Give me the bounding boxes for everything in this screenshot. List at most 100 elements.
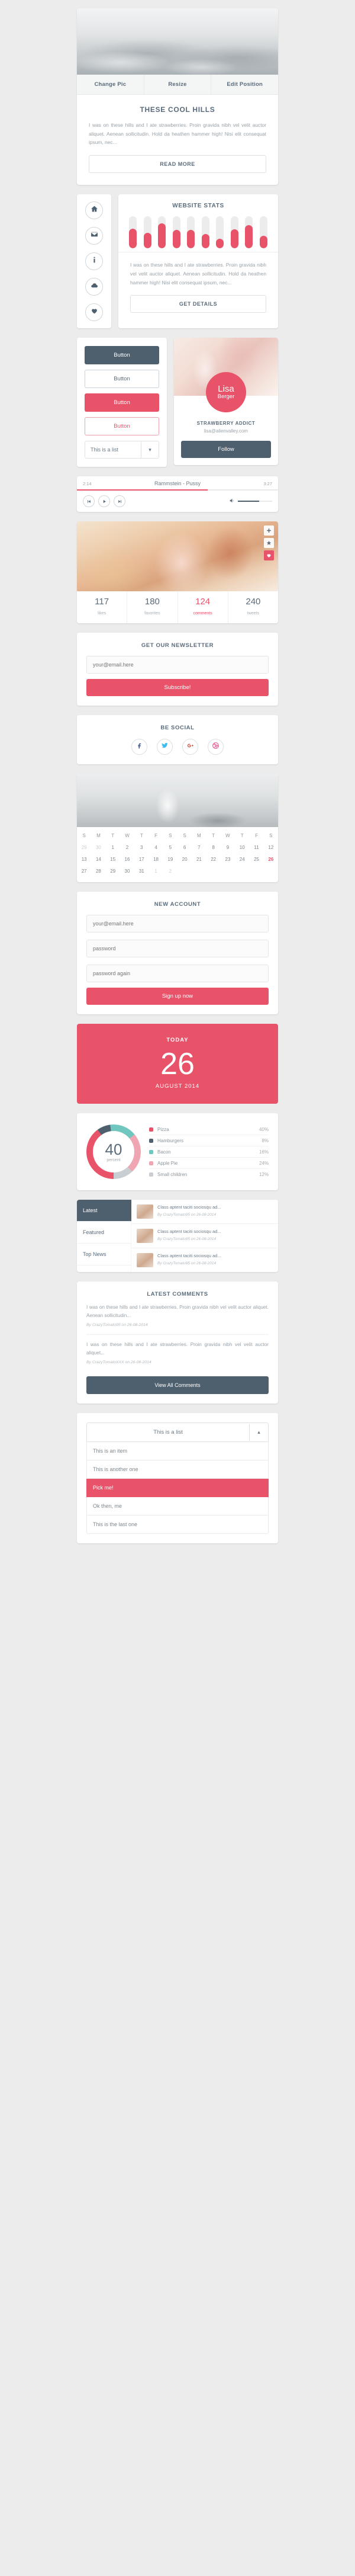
- calendar-day[interactable]: 30: [120, 866, 134, 877]
- calendar-day[interactable]: 10: [235, 842, 249, 854]
- bar-9[interactable]: [245, 216, 253, 249]
- calendar-day[interactable]: 3: [134, 842, 149, 854]
- legend-row[interactable]: Small children 12%: [149, 1169, 269, 1180]
- news-item[interactable]: Class aptent taciti sociosqu ad... By Cr…: [131, 1200, 278, 1225]
- calendar-day[interactable]: 27: [77, 866, 91, 877]
- calendar-day[interactable]: 30: [91, 842, 105, 854]
- calendar-day[interactable]: 16: [120, 854, 134, 866]
- count-favorites[interactable]: 180 favorites: [127, 591, 178, 624]
- rail-favorite-button[interactable]: [85, 303, 103, 322]
- dropdown-option[interactable]: Ok then, me: [86, 1497, 269, 1516]
- calendar-day[interactable]: 20: [178, 854, 192, 866]
- account-email-input[interactable]: [86, 914, 269, 933]
- legend-row[interactable]: Apple Pie 24%: [149, 1158, 269, 1170]
- calendar-day[interactable]: 21: [192, 854, 206, 866]
- calendar-day[interactable]: 18: [149, 854, 163, 866]
- photo-star-button[interactable]: [264, 538, 274, 549]
- dropdown-option[interactable]: This is the last one: [86, 1516, 269, 1534]
- photo-add-button[interactable]: [264, 526, 274, 536]
- calendar-day[interactable]: 8: [206, 842, 221, 854]
- calendar-day[interactable]: 1: [149, 866, 163, 877]
- get-details-button[interactable]: GET DETAILS: [130, 295, 266, 313]
- news-tab-featured[interactable]: Featured: [77, 1222, 131, 1244]
- news-tab-latest[interactable]: Latest: [77, 1200, 131, 1222]
- calendar-day[interactable]: 23: [221, 854, 235, 866]
- calendar-day[interactable]: 2: [163, 866, 178, 877]
- hero-tab-resize[interactable]: Resize: [144, 75, 212, 94]
- legend-row[interactable]: Hamburgers 8%: [149, 1135, 269, 1147]
- legend-row[interactable]: Bacon 16%: [149, 1146, 269, 1158]
- bar-10[interactable]: [259, 216, 267, 249]
- account-password-confirm-input[interactable]: [86, 964, 269, 982]
- rail-info-button[interactable]: [85, 252, 103, 271]
- follow-button[interactable]: Follow: [181, 441, 271, 459]
- calendar-day[interactable]: 12: [264, 842, 278, 854]
- count-likes[interactable]: 117 likes: [77, 591, 128, 624]
- view-all-comments-button[interactable]: View All Comments: [86, 1376, 269, 1395]
- bar-4[interactable]: [172, 216, 180, 249]
- list-select[interactable]: This is a list ▾: [85, 441, 159, 459]
- calendar-day[interactable]: 7: [192, 842, 206, 854]
- dropdown-option[interactable]: Pick me!: [86, 1479, 269, 1498]
- calendar-day[interactable]: 1: [106, 842, 120, 854]
- player-progress-bar[interactable]: [77, 489, 278, 491]
- calendar-day[interactable]: 22: [206, 854, 221, 866]
- photo-like-button[interactable]: [264, 550, 274, 561]
- player-previous-button[interactable]: [83, 495, 95, 508]
- volume-icon[interactable]: [229, 496, 235, 507]
- dropdown-toggle[interactable]: This is a list ▴: [86, 1422, 269, 1443]
- player-next-button[interactable]: [114, 495, 125, 508]
- news-tab-top-news[interactable]: Top News: [77, 1244, 131, 1266]
- calendar-day[interactable]: 11: [249, 842, 263, 854]
- news-item[interactable]: Class aptent taciti sociosqu ad... By Cr…: [131, 1248, 278, 1272]
- count-tweets[interactable]: 240 tweets: [228, 591, 278, 623]
- account-password-input[interactable]: [86, 939, 269, 957]
- social-facebook-button[interactable]: [131, 739, 147, 755]
- bar-1[interactable]: [129, 216, 137, 249]
- rail-cloud-button[interactable]: [85, 278, 103, 296]
- rail-mail-button[interactable]: [85, 227, 103, 245]
- player-play-button[interactable]: [98, 495, 110, 508]
- calendar-day[interactable]: 19: [163, 854, 178, 866]
- volume-slider[interactable]: [238, 501, 272, 502]
- calendar-day[interactable]: 4: [149, 842, 163, 854]
- calendar-day[interactable]: 5: [163, 842, 178, 854]
- button-red[interactable]: Button: [85, 393, 159, 412]
- calendar-day[interactable]: 15: [106, 854, 120, 866]
- calendar-day[interactable]: 6: [178, 842, 192, 854]
- social-dribbble-button[interactable]: [208, 739, 224, 755]
- bar-3[interactable]: [158, 216, 166, 249]
- calendar-day[interactable]: 14: [91, 854, 105, 866]
- dropdown-option[interactable]: This is another one: [86, 1460, 269, 1479]
- bar-5[interactable]: [187, 216, 195, 249]
- social-google-plus-button[interactable]: [182, 739, 198, 755]
- calendar-day[interactable]: 29: [77, 842, 91, 854]
- calendar-day[interactable]: 28: [91, 866, 105, 877]
- calendar-day[interactable]: 31: [134, 866, 149, 877]
- legend-row[interactable]: Pizza 40%: [149, 1124, 269, 1136]
- hero-tab-edit-position[interactable]: Edit Position: [211, 75, 278, 94]
- hero-tab-change-pic[interactable]: Change Pic: [77, 75, 144, 94]
- bar-2[interactable]: [143, 216, 151, 249]
- sign-up-button[interactable]: Sign up now: [86, 987, 269, 1005]
- button-ghost[interactable]: Button: [85, 370, 159, 389]
- rail-home-button[interactable]: [85, 201, 103, 220]
- calendar-day[interactable]: 17: [134, 854, 149, 866]
- subscribe-button[interactable]: Subscribe!: [86, 679, 269, 697]
- bar-8[interactable]: [230, 216, 238, 249]
- calendar-day[interactable]: 26: [264, 854, 278, 866]
- button-red-outline[interactable]: Button: [85, 417, 159, 436]
- bar-7[interactable]: [216, 216, 224, 249]
- calendar-day[interactable]: 25: [249, 854, 263, 866]
- calendar-day[interactable]: 29: [106, 866, 120, 877]
- calendar-day[interactable]: 13: [77, 854, 91, 866]
- dropdown-option[interactable]: This is an item: [86, 1442, 269, 1461]
- read-more-button[interactable]: READ MORE: [89, 155, 266, 174]
- bar-6[interactable]: [201, 216, 209, 249]
- button-dark[interactable]: Button: [85, 346, 159, 365]
- newsletter-email-input[interactable]: [86, 656, 269, 674]
- social-twitter-button[interactable]: [157, 739, 173, 755]
- calendar-day[interactable]: 9: [221, 842, 235, 854]
- calendar-day[interactable]: 24: [235, 854, 249, 866]
- count-comments[interactable]: 124 comments: [178, 591, 228, 624]
